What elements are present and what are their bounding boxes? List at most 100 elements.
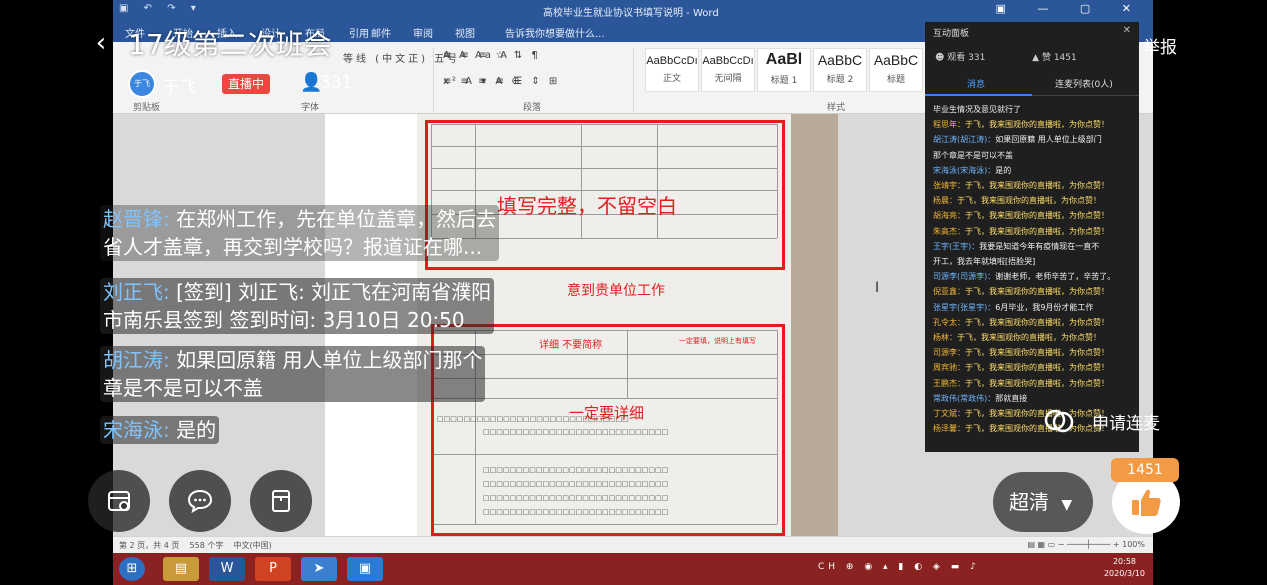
record-button[interactable] (250, 470, 312, 532)
ribbon-tab-mailings: 邮件 (371, 29, 391, 40)
paragraph-tools: ≡ ≡ ≡ ☆ ⇅ ¶ (443, 50, 541, 61)
word-window-title: 高校毕业生就业协议书填写说明 - Word (543, 8, 719, 19)
chat-user: 宋海泳: (103, 418, 170, 442)
close-icon[interactable]: ✕ (1123, 25, 1131, 36)
panel-title: 互动面板 (933, 29, 970, 39)
host-name: 于飞 (162, 78, 196, 98)
chat-bubble-icon (187, 489, 213, 514)
like-count-badge: 1451 (1111, 458, 1179, 482)
panel-message: 杨林：于飞，我来围观你的直播啦，为你点赞！ (933, 330, 1131, 345)
annotation-detail-2: 一定要详细 (569, 404, 645, 422)
word-status-bar: 第 2 页，共 4 页 558 个字 中文(中国) ▤ ▦ ▭ − ────┼─… (113, 536, 1153, 553)
panel-message-user: 王宇(王宇)： (933, 241, 980, 251)
panel-message: 胡江涛(胡江涛)：如果回原籍 用人单位上级部门 (933, 132, 1131, 147)
panel-stats: ☻ 观看 331 ▲ 赞 1451 (925, 42, 1139, 70)
tab-messages[interactable]: 消息 (967, 77, 985, 90)
link-mic-icon[interactable] (1043, 406, 1074, 434)
panel-message: 司源李(司源李)：谢谢老师，老师辛苦了，辛苦了。 (933, 269, 1131, 284)
chat-text: [签到] 刘正飞: 刘正飞在河南省濮阳 (176, 280, 492, 304)
report-button[interactable]: 举报 (1143, 33, 1177, 58)
paragraph-align-tools: ≡ ≡ ≡ ≡ ☰ ⇕ ⊞ (443, 76, 561, 87)
status-page: 第 2 页，共 4 页 (119, 541, 180, 550)
panel-message-user: 常政伟(常政伟)： (933, 393, 996, 403)
room-title: 17级第二次班会 (128, 28, 332, 61)
chat-message: 刘正飞: [签到] 刘正飞: 刘正飞在河南省濮阳 市南乐县签到 签到时间: 3月… (100, 278, 495, 334)
viewer-count: 331 (320, 73, 353, 93)
explorer-icon: ▤ (163, 557, 199, 581)
chat-text: 如果回原籍 用人单位上级部门那个 (176, 348, 483, 372)
ribbon-tab-references: 引用 (349, 29, 369, 40)
panel-message-user: 程思年： (933, 120, 965, 130)
chat-message: 宋海泳: 是的 (100, 416, 220, 444)
panel-views: ☻ 观看 331 (935, 53, 986, 63)
photo-background (791, 114, 838, 536)
panel-tabs: 消息 连麦列表(0人) (925, 70, 1139, 96)
apply-link-mic-button[interactable]: 申请连麦 (1092, 409, 1160, 434)
host-avatar[interactable]: 于飞 (128, 70, 156, 98)
notepad-icon (272, 490, 290, 512)
panel-message-text: 谢谢老师，老师辛苦了，辛苦了。 (995, 272, 1116, 282)
app-icon: ➤ (301, 557, 337, 581)
panel-likes: ▲ 赞 1451 (1032, 53, 1077, 63)
live-stream-screen: ▣ ↶ ↷ ▾ 高校毕业生就业协议书填写说明 - Word ▣ — ▢ ✕ 文件… (0, 0, 1267, 585)
style-heading-1: AaBl 标题 1 (757, 48, 811, 92)
panel-message-user: 丁文斌： (933, 409, 965, 419)
back-icon[interactable]: ‹ (88, 26, 114, 60)
chat-user: 赵晋锋: (103, 207, 170, 231)
chat-message: 胡江涛: 如果回原籍 用人单位上级部门那个 章是不是可以不盖 (100, 346, 486, 402)
panel-message-text: 那就直接 (995, 393, 1028, 403)
panel-message-text: 于飞，我来围观你的直播啦，为你点赞！ (965, 348, 1109, 358)
panel-message-text: 于飞，我来围观你的直播啦，为你点赞！ (957, 196, 1101, 206)
panel-message: 常政伟(常政伟)：那就直接 (933, 391, 1131, 406)
chat-user: 胡江涛: (103, 348, 170, 372)
panel-message: 开工，我去年就填啦[捂脸哭] (933, 254, 1131, 269)
text-cursor-icon: I (875, 280, 880, 296)
panel-message: 王鹏杰：于飞，我来围观你的直播啦，为你点赞！ (933, 376, 1131, 391)
group-styles: 样式 (827, 103, 846, 113)
style-heading-2: AaBbC 标题 2 (813, 48, 867, 92)
style-no-spacing: AaBbCcDı 无间隔 (701, 48, 755, 92)
panel-message: 司源李：于飞，我来围观你的直播啦，为你点赞！ (933, 345, 1131, 360)
panel-message-text: 是的 (995, 165, 1012, 175)
panel-message-user: 孔令太： (933, 317, 965, 327)
word-title-bar: ▣ ↶ ↷ ▾ 高校毕业生就业协议书填写说明 - Word ▣ — ▢ ✕ (113, 0, 1153, 20)
panel-message-text: 于飞，我来围观你的直播啦，为你点赞！ (965, 317, 1109, 327)
group-font: 字体 (301, 103, 320, 113)
zoom-control: ▤ ▦ ▭ − ────┼──── + 100% (1027, 540, 1145, 549)
panel-header: 互动面板 ✕ (925, 22, 1139, 42)
annotation-small-note: 一定要填，说明上有填写 (679, 337, 756, 345)
tab-link-list[interactable]: 连麦列表(0人) (1055, 77, 1113, 90)
status-words: 558 个字 (189, 541, 224, 550)
interaction-panel: 互动面板 ✕ ☻ 观看 331 ▲ 赞 1451 消息 连麦列表(0人) 毕业生… (925, 22, 1139, 452)
status-language: 中文(中国) (233, 541, 272, 550)
panel-message-text: 于飞，我来围观你的直播啦，为你点赞！ (965, 378, 1109, 388)
annotation-fill-complete: 填写完整，不留空白 (497, 194, 677, 218)
group-paragraph: 段落 (523, 103, 542, 113)
comment-button[interactable] (169, 470, 231, 532)
panel-message-text: 于飞，我来围观你的直播啦，为你点赞！ (965, 226, 1109, 236)
quality-select[interactable]: 超清 ▼ (993, 472, 1093, 532)
panel-message-text: 于飞，我来围观你的直播啦，为你点赞！ (965, 287, 1109, 297)
chat-text: 在郑州工作，先在单位盖章，然后去 (176, 207, 497, 231)
chat-text: 章是不是可以不盖 (103, 376, 263, 400)
panel-message-text: 于飞，我来围观你的直播啦，为你点赞！ (965, 181, 1109, 191)
chat-text: 是的 (176, 418, 217, 442)
style-title: AaBbC 标题 (869, 48, 923, 92)
panel-message: 宋海泳(宋海泳)：是的 (933, 163, 1131, 178)
powerpoint-icon: P (255, 557, 291, 581)
panel-message-user: 杨晨： (933, 196, 957, 206)
panel-message-text: 于飞，我来围观你的直播啦，为你点赞！ (965, 363, 1109, 373)
panel-message: 胡海亮：于飞，我来围观你的直播啦，为你点赞！ (933, 208, 1131, 223)
share-button[interactable] (88, 470, 150, 532)
panel-message: 杨晨：于飞，我来围观你的直播啦，为你点赞！ (933, 193, 1131, 208)
panel-message-user: 周宾驰： (933, 363, 965, 373)
media-icon: ▣ (347, 557, 383, 581)
panel-message-text: 于飞，我来围观你的直播啦，为你点赞！ (965, 211, 1109, 221)
panel-message-text: 于飞，我来围观你的直播啦，为你点赞！ (965, 424, 1109, 434)
ribbon-tell-me: 告诉我你想要做什么... (505, 29, 605, 40)
chat-text: 省人才盖章，再交到学校吗？报道证在哪... (103, 235, 483, 259)
group-clipboard: 剪贴板 (133, 103, 161, 113)
panel-message: 那个章是不是可以不盖 (933, 148, 1131, 163)
chat-text: 市南乐县签到 签到时间: 3月10日 20:50 (103, 308, 465, 332)
ribbon-tab-review: 审阅 (413, 29, 433, 40)
